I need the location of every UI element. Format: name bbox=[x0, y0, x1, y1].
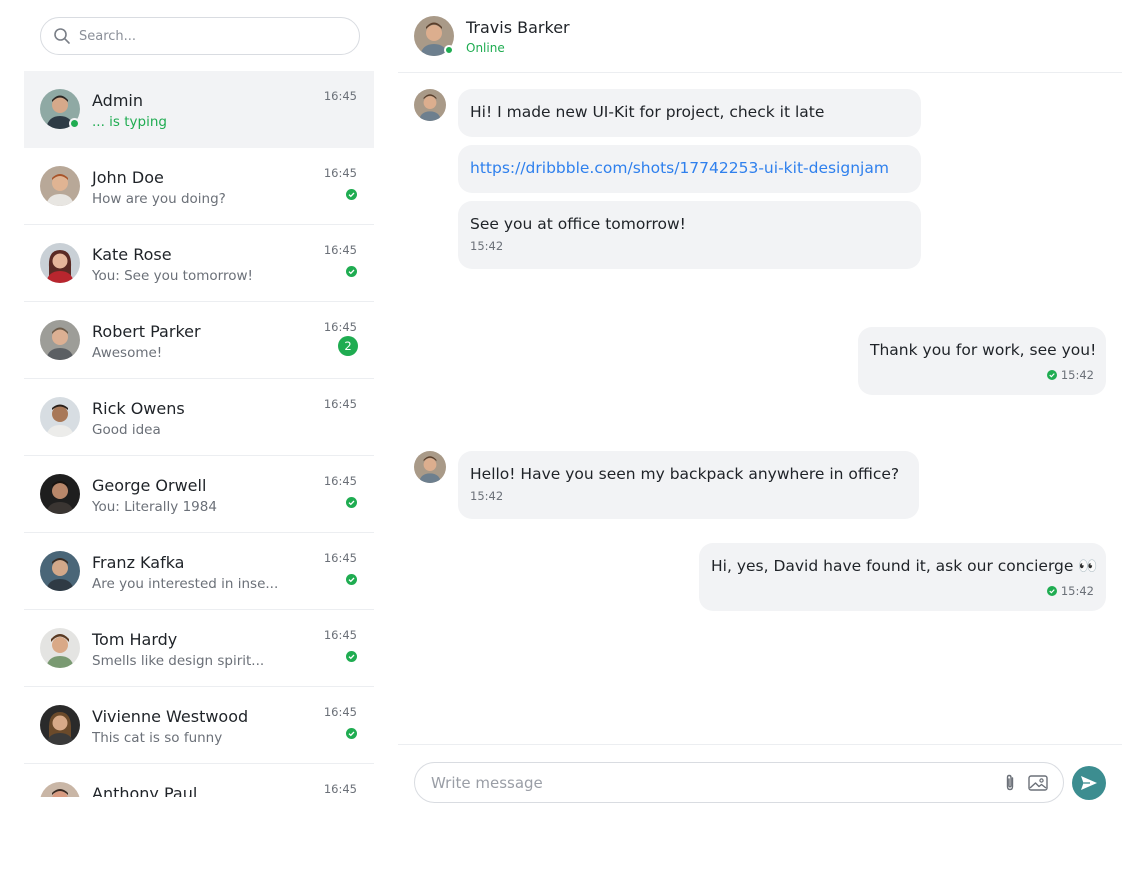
send-icon bbox=[1081, 776, 1097, 790]
message-bubble-outgoing: Thank you for work, see you! 15:42 bbox=[858, 327, 1106, 395]
chat-time: 16:45 bbox=[323, 551, 357, 565]
chat-name: George Orwell bbox=[92, 476, 207, 495]
check-circle-icon bbox=[346, 651, 357, 662]
message-bubble: https://dribbble.com/shots/17742253-ui-k… bbox=[458, 145, 921, 193]
chat-preview: Smells like design spirit... bbox=[92, 653, 265, 669]
chat-header: Travis Barker Online bbox=[398, 0, 1122, 73]
chat-name: Anthony Paul bbox=[92, 784, 198, 797]
message-bubble: Hi! I made new UI-Kit for project, check… bbox=[458, 89, 921, 137]
chat-name: Vivienne Westwood bbox=[92, 707, 249, 726]
chat-item-vivienne-westwood[interactable]: Vivienne Westwood This cat is so funny 1… bbox=[24, 687, 374, 764]
chat-preview: How are you doing? bbox=[92, 191, 226, 207]
message-text: Thank you for work, see you! bbox=[870, 341, 1097, 359]
chat-preview: You: See you tomorrow! bbox=[92, 268, 253, 284]
chat-preview: This cat is so funny bbox=[92, 730, 223, 746]
check-circle-icon bbox=[346, 574, 357, 585]
chat-name: Kate Rose bbox=[92, 245, 172, 264]
message-input[interactable] bbox=[431, 763, 991, 802]
chat-name: Admin bbox=[92, 91, 143, 110]
chat-preview: You: Literally 1984 bbox=[92, 499, 217, 515]
chat-preview: Awesome! bbox=[92, 345, 163, 361]
message-text: Hi, yes, David have found it, ask our co… bbox=[711, 557, 1098, 575]
message-bubble-outgoing: Hi, yes, David have found it, ask our co… bbox=[699, 543, 1106, 611]
chat-name: John Doe bbox=[92, 168, 164, 187]
contact-name: Travis Barker bbox=[466, 18, 570, 37]
chat-item-kate-rose[interactable]: Kate Rose You: See you tomorrow! 16:45 bbox=[24, 225, 374, 302]
divider bbox=[398, 744, 1122, 745]
chat-name: Tom Hardy bbox=[92, 630, 178, 649]
chat-item-franz-kafka[interactable]: Franz Kafka Are you interested in inse..… bbox=[24, 533, 374, 610]
chat-time: 16:45 bbox=[323, 782, 357, 796]
avatar bbox=[40, 243, 80, 283]
contact-status: Online bbox=[466, 41, 505, 55]
avatar bbox=[40, 628, 80, 668]
chat-time: 16:45 bbox=[323, 320, 357, 334]
check-circle-icon bbox=[346, 266, 357, 277]
message-link[interactable]: https://dribbble.com/shots/17742253-ui-k… bbox=[470, 159, 909, 177]
chat-item-robert-parker[interactable]: Robert Parker Awesome! 16:45 2 bbox=[24, 302, 374, 379]
send-button[interactable] bbox=[1072, 766, 1106, 800]
search-input[interactable] bbox=[79, 18, 349, 54]
chat-item-george-orwell[interactable]: George Orwell You: Literally 1984 16:45 bbox=[24, 456, 374, 533]
chat-item-john-doe[interactable]: John Doe How are you doing? 16:45 bbox=[24, 148, 374, 225]
chat-item-tom-hardy[interactable]: Tom Hardy Smells like design spirit... 1… bbox=[24, 610, 374, 687]
chat-time: 16:45 bbox=[323, 166, 357, 180]
message-composer[interactable] bbox=[414, 762, 1064, 803]
chat-panel: Travis Barker Online Hi! I made new UI-K… bbox=[398, 0, 1122, 871]
chat-preview: Are you interested in inse... bbox=[92, 576, 279, 592]
paperclip-icon[interactable] bbox=[1001, 773, 1019, 793]
chat-time: 16:45 bbox=[323, 705, 357, 719]
avatar bbox=[40, 782, 80, 797]
chat-list: Admin ... is typing 16:45 John Doe How a… bbox=[24, 71, 374, 797]
chat-item-admin[interactable]: Admin ... is typing 16:45 bbox=[24, 71, 374, 148]
message-avatar bbox=[414, 451, 446, 483]
chat-preview: Good idea bbox=[92, 422, 161, 438]
avatar bbox=[40, 474, 80, 514]
avatar bbox=[40, 397, 80, 437]
unread-badge: 2 bbox=[338, 336, 358, 356]
chat-name: Franz Kafka bbox=[92, 553, 185, 572]
check-circle-icon bbox=[346, 189, 357, 200]
check-circle-icon bbox=[346, 728, 357, 739]
message-time: 15:42 bbox=[1060, 368, 1094, 382]
chat-time: 16:45 bbox=[323, 243, 357, 257]
avatar bbox=[40, 551, 80, 591]
chat-time: 16:45 bbox=[323, 397, 357, 411]
chat-time: 16:45 bbox=[323, 628, 357, 642]
message-text: Hello! Have you seen my backpack anywher… bbox=[470, 465, 900, 483]
check-circle-icon bbox=[1046, 586, 1057, 596]
chat-time: 16:45 bbox=[323, 89, 357, 103]
avatar bbox=[40, 166, 80, 206]
message-time: 15:42 bbox=[470, 489, 504, 503]
message-bubble: Hello! Have you seen my backpack anywher… bbox=[458, 451, 919, 519]
image-icon[interactable] bbox=[1027, 773, 1049, 793]
avatar bbox=[40, 320, 80, 360]
chat-item-anthony-paul[interactable]: Anthony Paul 16:45 bbox=[24, 764, 374, 797]
chat-name: Rick Owens bbox=[92, 399, 185, 418]
message-text: See you at office tomorrow! bbox=[470, 215, 686, 233]
chat-preview: ... is typing bbox=[92, 114, 167, 130]
search-icon bbox=[54, 28, 70, 44]
check-circle-icon bbox=[1046, 370, 1057, 380]
message-text: Hi! I made new UI-Kit for project, check… bbox=[470, 103, 825, 121]
message-time: 15:42 bbox=[1060, 584, 1094, 598]
check-circle-icon bbox=[346, 497, 357, 508]
online-indicator bbox=[444, 45, 454, 55]
chat-time: 16:45 bbox=[323, 474, 357, 488]
chat-name: Robert Parker bbox=[92, 322, 201, 341]
search-box[interactable] bbox=[40, 17, 360, 55]
message-bubble: See you at office tomorrow! 15:42 bbox=[458, 201, 921, 269]
avatar bbox=[40, 705, 80, 745]
online-indicator bbox=[69, 118, 80, 129]
chat-sidebar: Admin ... is typing 16:45 John Doe How a… bbox=[24, 0, 374, 797]
message-time: 15:42 bbox=[470, 239, 504, 253]
chat-item-rick-owens[interactable]: Rick Owens Good idea 16:45 bbox=[24, 379, 374, 456]
message-avatar bbox=[414, 89, 446, 121]
